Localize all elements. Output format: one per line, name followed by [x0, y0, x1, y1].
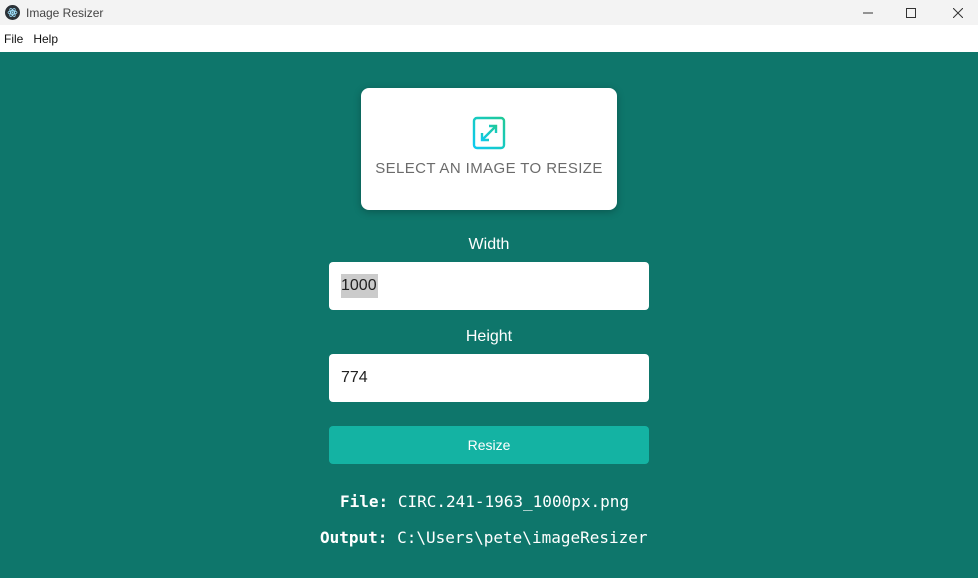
app-logo-icon — [5, 5, 20, 20]
file-value: CIRC.241-1963_1000px.png — [397, 492, 629, 511]
file-info: File: CIRC.241-1963_1000px.png — [340, 492, 629, 511]
close-button[interactable] — [935, 0, 978, 25]
height-label: Height — [465, 328, 513, 345]
maximize-button[interactable] — [888, 0, 934, 25]
select-image-button[interactable]: SELECT AN IMAGE TO RESIZE — [361, 88, 617, 210]
app-window: Image Resizer File Help SELECT AN IMAGE … — [0, 0, 978, 578]
resize-button[interactable]: Resize — [329, 426, 649, 464]
minimize-icon — [863, 12, 873, 13]
width-label: Width — [468, 236, 510, 253]
menu-file[interactable]: File — [0, 32, 29, 46]
output-label: Output: — [320, 528, 388, 547]
window-title: Image Resizer — [26, 5, 104, 20]
file-label: File: — [340, 492, 389, 511]
close-icon — [953, 7, 963, 18]
width-selected-text: 1000 — [341, 274, 378, 298]
output-value: C:\Users\pete\imageResizer — [397, 528, 648, 547]
expand-arrows-icon — [472, 116, 506, 150]
height-input[interactable] — [329, 354, 649, 402]
maximize-icon — [906, 7, 916, 18]
menu-bar: File Help — [0, 25, 978, 52]
output-info: Output: C:\Users\pete\imageResizer — [320, 528, 648, 547]
minimize-button[interactable] — [845, 0, 891, 25]
select-image-label: SELECT AN IMAGE TO RESIZE — [375, 160, 603, 177]
title-bar: Image Resizer — [0, 0, 978, 25]
menu-help[interactable]: Help — [29, 32, 64, 46]
